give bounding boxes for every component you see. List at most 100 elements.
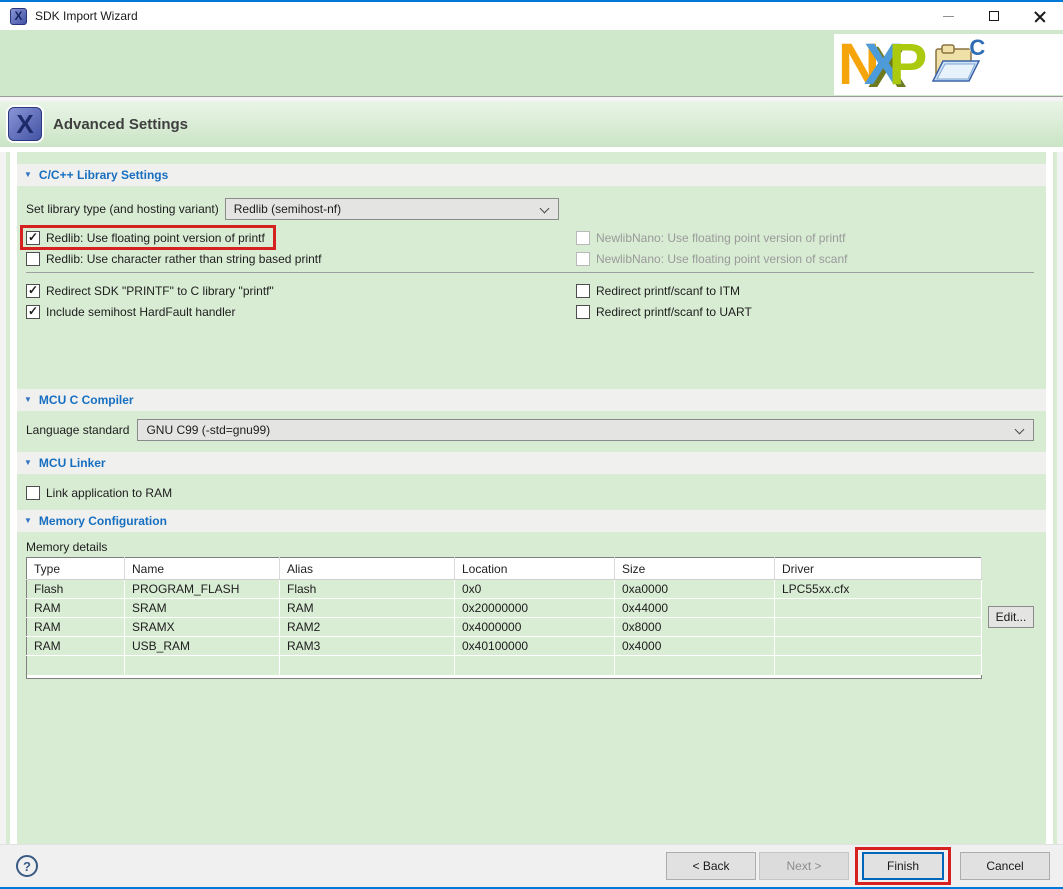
cell-alias: Flash (280, 580, 455, 599)
cell-type: Flash (27, 580, 125, 599)
finish-button-wrap: Finish (862, 852, 944, 880)
cell-name: USB_RAM (125, 637, 280, 656)
back-button[interactable]: < Back (666, 852, 756, 880)
footer-bar: ? < Back Next > Finish Cancel (0, 844, 1063, 887)
col-header-name: Name (125, 558, 280, 580)
help-button[interactable]: ? (16, 855, 38, 877)
cell-size: 0xa0000 (615, 580, 775, 599)
banner: N X P C (0, 30, 1063, 96)
cell-size: 0x44000 (615, 599, 775, 618)
language-standard-value: GNU C99 (-std=gnu99) (146, 423, 270, 437)
checkbox-label: Redirect printf/scanf to ITM (596, 284, 740, 298)
language-standard-dropdown[interactable]: GNU C99 (-std=gnu99) (137, 419, 1034, 441)
minimize-button[interactable] (925, 2, 971, 30)
cell-driver (775, 656, 982, 675)
cell-size: 0x4000 (615, 637, 775, 656)
cell-name: SRAM (125, 599, 280, 618)
cell-driver (775, 618, 982, 637)
collapse-triangle-icon: ▼ (24, 459, 32, 467)
edit-button[interactable]: Edit... (988, 606, 1034, 628)
checkbox-box[interactable] (26, 252, 40, 266)
cell-driver (775, 599, 982, 618)
checkbox-link-to-ram[interactable]: Link application to RAM (26, 482, 1046, 503)
section-header-mcu-linker[interactable]: ▼ MCU Linker (17, 452, 1046, 474)
wizard-x-icon: X (8, 107, 42, 141)
cell-alias: RAM (280, 599, 455, 618)
close-button[interactable] (1017, 2, 1063, 30)
table-header-row: Type Name Alias Location Size Driver (27, 558, 982, 580)
checkbox-redlib-char-printf[interactable]: Redlib: Use character rather than string… (26, 248, 576, 269)
nxp-logo: N X P C (834, 34, 1063, 95)
library-type-value: Redlib (semihost-nf) (234, 202, 341, 216)
help-icon: ? (23, 859, 31, 874)
checkbox-redlib-float-printf[interactable]: Redlib: Use floating point version of pr… (26, 227, 268, 248)
cell-location: 0x4000000 (455, 618, 615, 637)
col-header-location: Location (455, 558, 615, 580)
collapse-triangle-icon: ▼ (24, 171, 32, 179)
linker-options: Link application to RAM (17, 482, 1046, 503)
section-title: Memory Configuration (39, 514, 167, 528)
checkbox-newlibnano-float-scanf: NewlibNano: Use floating point version o… (576, 248, 1034, 269)
cell-location: 0x20000000 (455, 599, 615, 618)
checkbox-box-checked[interactable] (26, 305, 40, 319)
page-title: Advanced Settings (53, 116, 188, 133)
table-row[interactable]: RAM SRAMX RAM2 0x4000000 0x8000 (27, 618, 982, 637)
checkbox-label: Redirect printf/scanf to UART (596, 305, 752, 319)
table-row[interactable]: RAM SRAM RAM 0x20000000 0x44000 (27, 599, 982, 618)
window-controls (925, 2, 1063, 30)
checkbox-include-semihost-hardfault[interactable]: Include semihost HardFault handler (26, 301, 576, 322)
section-header-memory-configuration[interactable]: ▼ Memory Configuration (17, 510, 1046, 532)
logo-letter-p: P (889, 37, 928, 93)
language-standard-label: Language standard (26, 423, 129, 437)
maximize-button[interactable] (971, 2, 1017, 30)
table-bottom-spacer (27, 675, 982, 679)
content-outer: ▼ C/C++ Library Settings Set library typ… (6, 152, 1057, 844)
cell-alias: RAM3 (280, 637, 455, 656)
checkbox-label: Include semihost HardFault handler (46, 305, 235, 319)
cell-name: SRAMX (125, 618, 280, 637)
table-row-empty[interactable] (27, 656, 982, 675)
checkbox-box-disabled (576, 252, 590, 266)
cancel-button[interactable]: Cancel (960, 852, 1050, 880)
checkbox-newlibnano-float-printf: NewlibNano: Use floating point version o… (576, 227, 1034, 248)
checkbox-redirect-itm[interactable]: Redirect printf/scanf to ITM (576, 280, 1034, 301)
section-title: MCU C Compiler (39, 393, 134, 407)
table-row[interactable]: Flash PROGRAM_FLASH Flash 0x0 0xa0000 LP… (27, 580, 982, 599)
library-type-row: Set library type (and hosting variant) R… (17, 198, 1046, 220)
nxp-logo-letters: N X P (838, 37, 927, 93)
cell-size: 0x8000 (615, 618, 775, 637)
chevron-down-icon (540, 204, 550, 214)
page-header: X Advanced Settings (0, 101, 1063, 147)
section-header-library-settings[interactable]: ▼ C/C++ Library Settings (17, 164, 1046, 186)
library-type-label: Set library type (and hosting variant) (26, 202, 219, 216)
cell-size (615, 656, 775, 675)
section-header-mcu-c-compiler[interactable]: ▼ MCU C Compiler (17, 389, 1046, 411)
library-type-dropdown[interactable]: Redlib (semihost-nf) (225, 198, 559, 220)
checkbox-label: Redlib: Use floating point version of pr… (46, 231, 265, 245)
checkbox-redirect-uart[interactable]: Redirect printf/scanf to UART (576, 301, 1034, 322)
checkbox-box-checked[interactable] (26, 284, 40, 298)
col-header-type: Type (27, 558, 125, 580)
cell-alias (280, 656, 455, 675)
minimize-icon (943, 16, 954, 17)
chevron-down-icon (1015, 425, 1025, 435)
checkbox-redirect-sdk-printf[interactable]: Redirect SDK "PRINTF" to C library "prin… (26, 280, 576, 301)
app-x-icon: X (10, 8, 27, 25)
collapse-triangle-icon: ▼ (24, 517, 32, 525)
checkbox-box[interactable] (576, 305, 590, 319)
cell-name: PROGRAM_FLASH (125, 580, 280, 599)
checkbox-box[interactable] (26, 486, 40, 500)
checkbox-box-checked[interactable] (26, 231, 40, 245)
table-row[interactable]: RAM USB_RAM RAM3 0x40100000 0x4000 (27, 637, 982, 656)
section-title: MCU Linker (39, 456, 106, 470)
sdk-import-wizard-window: X SDK Import Wizard N X P (0, 0, 1063, 889)
checkbox-box[interactable] (576, 284, 590, 298)
next-button: Next > (759, 852, 849, 880)
checkbox-label: NewlibNano: Use floating point version o… (596, 231, 845, 245)
col-header-alias: Alias (280, 558, 455, 580)
memory-table-wrap: Type Name Alias Location Size Driver Fla… (17, 557, 1046, 679)
finish-button[interactable]: Finish (862, 852, 944, 880)
checkbox-label: Redlib: Use character rather than string… (46, 252, 321, 266)
memory-table: Type Name Alias Location Size Driver Fla… (26, 557, 982, 679)
cell-type: RAM (27, 637, 125, 656)
